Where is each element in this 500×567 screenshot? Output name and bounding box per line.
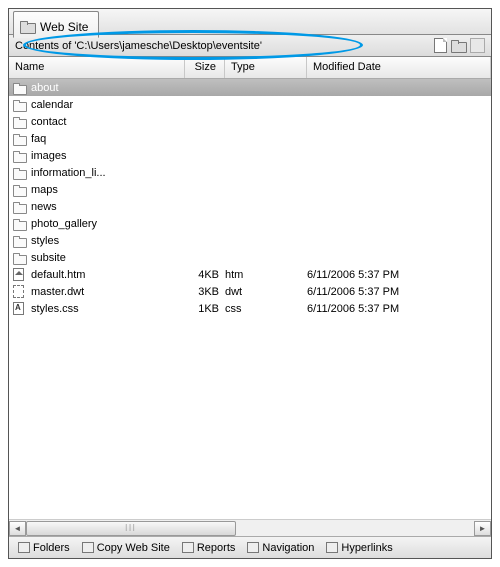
horizontal-scrollbar[interactable]: ◄ ► bbox=[9, 519, 491, 536]
file-list[interactable]: about calendar contact faq images information… bbox=[9, 79, 491, 519]
folder-icon bbox=[13, 219, 26, 229]
item-name: images bbox=[31, 150, 185, 162]
header-date[interactable]: Modified Date bbox=[307, 57, 491, 78]
folder-icon bbox=[13, 253, 26, 263]
folder-icon bbox=[13, 202, 26, 212]
bottom-tab-label: Reports bbox=[197, 542, 236, 554]
folder-row[interactable]: images bbox=[9, 147, 491, 164]
path-text: Contents of 'C:\Users\jamesche\Desktop\e… bbox=[15, 40, 262, 52]
bottom-tab-reports[interactable]: Reports bbox=[177, 540, 241, 556]
scroll-left-arrow-icon[interactable]: ◄ bbox=[9, 521, 26, 536]
folder-row[interactable]: calendar bbox=[9, 96, 491, 113]
folder-row[interactable]: maps bbox=[9, 181, 491, 198]
file-row[interactable]: styles.css1KBcss6/11/2006 5:37 PM bbox=[9, 300, 491, 317]
item-type: htm bbox=[225, 269, 307, 281]
item-size: 1KB bbox=[185, 303, 225, 315]
scroll-right-arrow-icon[interactable]: ► bbox=[474, 521, 491, 536]
folder-icon bbox=[13, 134, 26, 144]
bottom-tab-navigation[interactable]: Navigation bbox=[242, 540, 319, 556]
item-name: news bbox=[31, 201, 185, 213]
item-type: dwt bbox=[225, 286, 307, 298]
file-icon bbox=[13, 268, 24, 281]
folder-row[interactable]: about bbox=[9, 79, 491, 96]
folder-row[interactable]: contact bbox=[9, 113, 491, 130]
folder-row[interactable]: information_li... bbox=[9, 164, 491, 181]
folder-icon bbox=[13, 83, 26, 93]
item-name: about bbox=[31, 82, 185, 94]
folder-row[interactable]: subsite bbox=[9, 249, 491, 266]
item-name: calendar bbox=[31, 99, 185, 111]
folder-icon bbox=[13, 185, 26, 195]
scroll-track[interactable] bbox=[26, 521, 474, 536]
folder-row[interactable]: styles bbox=[9, 232, 491, 249]
folder-icon bbox=[13, 151, 26, 161]
bottom-tab-label: Hyperlinks bbox=[341, 542, 392, 554]
folder-row[interactable]: faq bbox=[9, 130, 491, 147]
folder-icon bbox=[20, 21, 34, 32]
item-date: 6/11/2006 5:37 PM bbox=[307, 303, 491, 315]
item-name: styles.css bbox=[31, 303, 185, 315]
file-icon bbox=[13, 285, 24, 298]
folder-row[interactable]: photo_gallery bbox=[9, 215, 491, 232]
file-row[interactable]: default.htm4KBhtm6/11/2006 5:37 PM bbox=[9, 266, 491, 283]
folder-icon bbox=[13, 236, 26, 246]
file-row[interactable]: master.dwt3KBdwt6/11/2006 5:37 PM bbox=[9, 283, 491, 300]
tab-label: Web Site bbox=[40, 20, 88, 34]
navigation-icon bbox=[247, 542, 259, 553]
path-toolbar bbox=[434, 38, 485, 53]
folder-row[interactable]: news bbox=[9, 198, 491, 215]
website-panel: Web Site Contents of 'C:\Users\jamesche\… bbox=[8, 8, 492, 559]
tab-bar: Web Site bbox=[9, 9, 491, 35]
column-headers: Name Size Type Modified Date bbox=[9, 57, 491, 79]
new-page-icon[interactable] bbox=[434, 38, 447, 53]
folder-icon bbox=[13, 117, 26, 127]
item-type: css bbox=[225, 303, 307, 315]
new-folder-icon[interactable] bbox=[451, 40, 466, 52]
folder-icon bbox=[13, 100, 26, 110]
item-size: 4KB bbox=[185, 269, 225, 281]
item-name: maps bbox=[31, 184, 185, 196]
item-size: 3KB bbox=[185, 286, 225, 298]
tab-web-site[interactable]: Web Site bbox=[13, 11, 99, 38]
header-name[interactable]: Name bbox=[9, 57, 185, 78]
item-name: styles bbox=[31, 235, 185, 247]
bottom-tab-folders[interactable]: Folders bbox=[13, 540, 75, 556]
folders-list-icon bbox=[18, 542, 30, 553]
item-name: contact bbox=[31, 116, 185, 128]
bottom-tab-label: Navigation bbox=[262, 542, 314, 554]
bottom-tab-label: Copy Web Site bbox=[97, 542, 170, 554]
bottom-tab-label: Folders bbox=[33, 542, 70, 554]
item-date: 6/11/2006 5:37 PM bbox=[307, 269, 491, 281]
reports-icon bbox=[182, 542, 194, 553]
item-name: information_li... bbox=[31, 167, 185, 179]
folder-icon bbox=[13, 168, 26, 178]
item-name: default.htm bbox=[31, 269, 185, 281]
bottom-tab-bar: Folders Copy Web Site Reports Navigation… bbox=[9, 536, 491, 558]
file-icon bbox=[13, 302, 24, 315]
item-name: master.dwt bbox=[31, 286, 185, 298]
copy-icon bbox=[82, 542, 94, 553]
bottom-tab-copy-web-site[interactable]: Copy Web Site bbox=[77, 540, 175, 556]
bottom-tab-hyperlinks[interactable]: Hyperlinks bbox=[321, 540, 397, 556]
path-bar: Contents of 'C:\Users\jamesche\Desktop\e… bbox=[9, 35, 491, 57]
hyperlinks-icon bbox=[326, 542, 338, 553]
tool-icon[interactable] bbox=[470, 38, 485, 53]
item-date: 6/11/2006 5:37 PM bbox=[307, 286, 491, 298]
header-size[interactable]: Size bbox=[185, 57, 225, 78]
item-name: subsite bbox=[31, 252, 185, 264]
scroll-thumb[interactable] bbox=[26, 521, 236, 536]
item-name: faq bbox=[31, 133, 185, 145]
header-type[interactable]: Type bbox=[225, 57, 307, 78]
item-name: photo_gallery bbox=[31, 218, 185, 230]
